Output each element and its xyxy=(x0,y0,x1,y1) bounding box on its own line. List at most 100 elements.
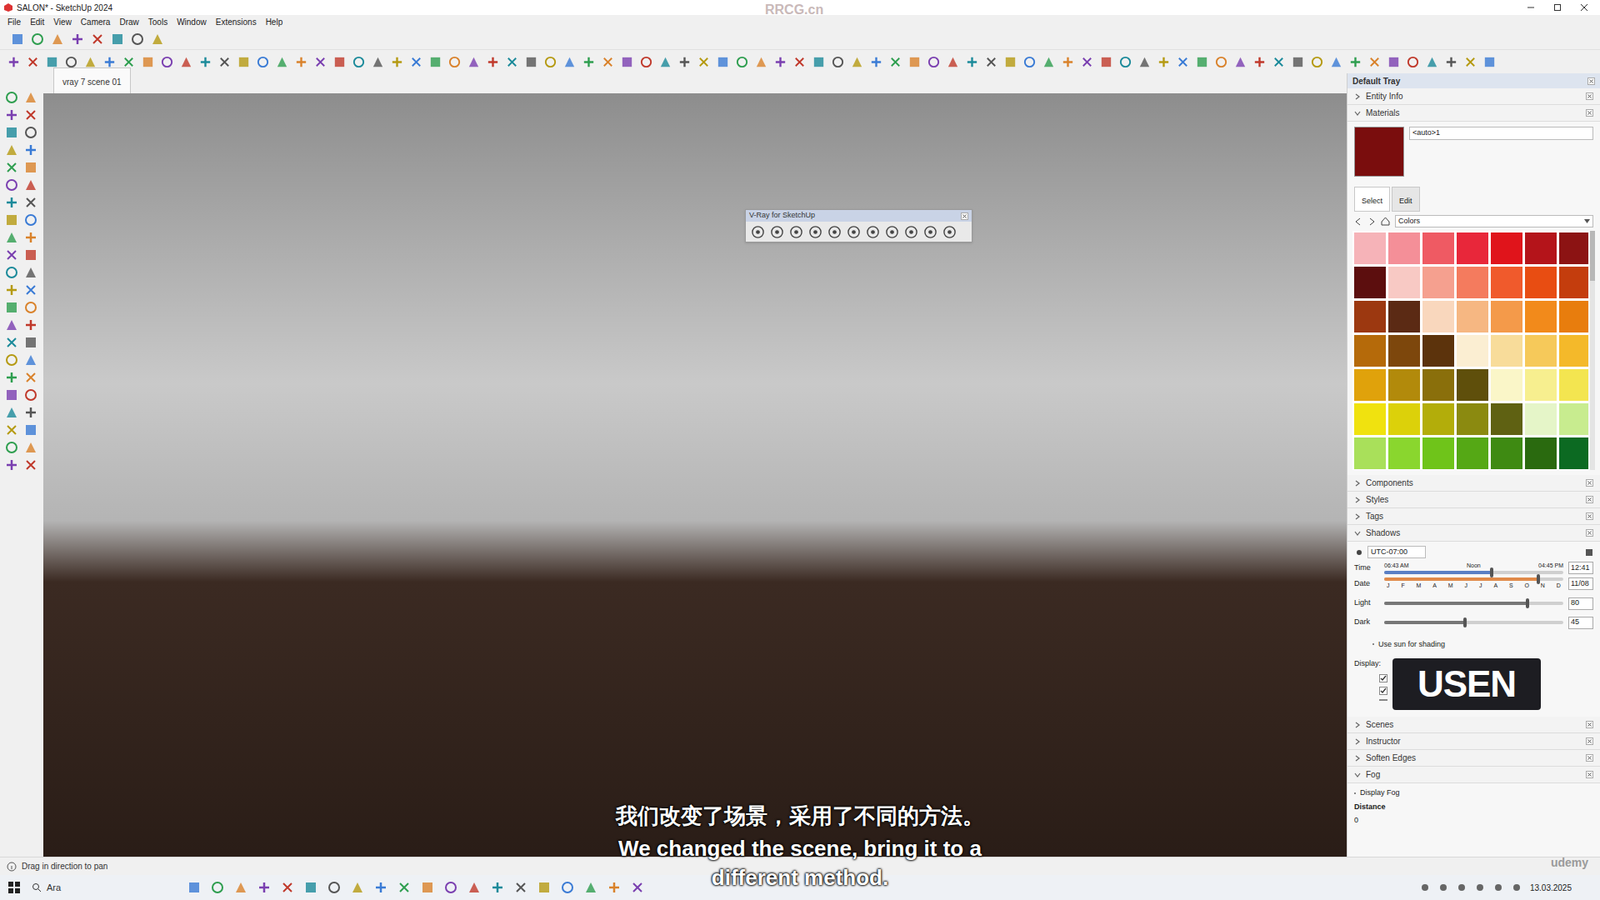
chevron-icon[interactable] xyxy=(1354,771,1361,779)
tool-icon[interactable] xyxy=(4,160,20,175)
tool-icon[interactable] xyxy=(1367,55,1382,70)
tool-icon[interactable] xyxy=(4,317,20,333)
tool-icon[interactable] xyxy=(1233,55,1248,70)
panel-title[interactable]: Styles xyxy=(1365,493,1581,506)
panel-title[interactable]: Tags xyxy=(1365,510,1581,523)
tool-icon[interactable] xyxy=(160,55,175,70)
tool-icon[interactable] xyxy=(696,55,711,70)
tool-icon[interactable] xyxy=(23,405,39,420)
color-swatch[interactable] xyxy=(1490,403,1523,435)
tool-icon[interactable] xyxy=(370,55,385,70)
color-swatch[interactable] xyxy=(1525,437,1557,470)
tray-panel-header[interactable]: Scenes xyxy=(1347,716,1600,734)
slider-handle[interactable] xyxy=(1536,574,1540,585)
color-swatch[interactable] xyxy=(1525,266,1557,299)
tool-icon[interactable] xyxy=(4,405,20,420)
checkbox[interactable] xyxy=(1379,686,1388,695)
color-swatch[interactable] xyxy=(1354,403,1386,435)
tool-icon[interactable] xyxy=(1080,55,1095,70)
viewport[interactable]: V-Ray for SketchUp xyxy=(43,93,1347,857)
color-swatch[interactable] xyxy=(1456,300,1489,333)
tool-icon[interactable] xyxy=(447,55,462,70)
tool-icon[interactable] xyxy=(581,55,596,70)
tool-icon[interactable] xyxy=(4,335,20,350)
tool-icon[interactable] xyxy=(869,55,884,70)
color-swatch[interactable] xyxy=(1456,437,1489,470)
chevron-icon[interactable] xyxy=(1354,93,1361,100)
vray-tool-icon[interactable] xyxy=(885,225,900,240)
tool-icon[interactable] xyxy=(4,142,20,158)
panel-title[interactable]: Materials xyxy=(1365,106,1581,120)
close-icon[interactable] xyxy=(1585,754,1594,762)
tool-icon[interactable] xyxy=(984,55,999,70)
tray-panel-header[interactable]: Materials xyxy=(1347,105,1600,122)
tool-icon[interactable] xyxy=(70,31,85,47)
tool-icon[interactable] xyxy=(45,55,60,70)
color-swatch[interactable] xyxy=(1422,403,1455,435)
color-swatch[interactable] xyxy=(1456,369,1489,401)
tool-icon[interactable] xyxy=(677,55,692,70)
scene-tab-label[interactable]: vray 7 scene 01 xyxy=(62,77,122,87)
tool-icon[interactable] xyxy=(754,55,769,70)
tool-icon[interactable] xyxy=(294,55,309,70)
tool-icon[interactable] xyxy=(4,422,20,438)
tray-icon[interactable] xyxy=(1511,882,1522,893)
color-swatch[interactable] xyxy=(1388,403,1420,435)
value-text[interactable]: 12:41 xyxy=(1570,562,1590,575)
value-field[interactable]: 45 xyxy=(1568,616,1594,630)
slider-track[interactable] xyxy=(1384,601,1564,605)
tool-icon[interactable] xyxy=(1425,55,1440,70)
tool-icon[interactable] xyxy=(1060,55,1075,70)
tool-icon[interactable] xyxy=(965,55,980,70)
tool-icon[interactable] xyxy=(4,440,20,455)
tray-panel-header[interactable]: Fog xyxy=(1347,766,1600,784)
color-swatch[interactable] xyxy=(1354,437,1386,470)
tool-icon[interactable] xyxy=(255,55,270,70)
color-swatch[interactable] xyxy=(1559,403,1589,435)
tool-icon[interactable] xyxy=(1405,55,1420,70)
color-swatch[interactable] xyxy=(1456,232,1489,265)
color-swatch[interactable] xyxy=(1559,266,1589,299)
tool-icon[interactable] xyxy=(6,55,21,70)
tool-icon[interactable] xyxy=(83,55,98,70)
vray-tool-icon[interactable] xyxy=(789,225,804,240)
slider-handle[interactable] xyxy=(1525,598,1530,609)
tool-icon[interactable] xyxy=(23,370,39,385)
vray-tool-icon[interactable] xyxy=(827,225,842,240)
tool-icon[interactable] xyxy=(466,55,481,70)
tool-icon[interactable] xyxy=(23,265,39,280)
close-icon[interactable] xyxy=(1585,92,1594,100)
tray-panel-header[interactable]: Instructor xyxy=(1347,733,1600,750)
color-swatch[interactable] xyxy=(1354,266,1386,299)
menu-item[interactable]: Camera xyxy=(76,15,115,29)
color-swatch[interactable] xyxy=(1490,300,1523,333)
tool-icon[interactable] xyxy=(23,457,39,473)
tool-icon[interactable] xyxy=(23,125,39,140)
tray-icon[interactable] xyxy=(1493,882,1504,893)
tool-icon[interactable] xyxy=(332,55,347,70)
tool-icon[interactable] xyxy=(4,282,20,298)
color-swatch[interactable] xyxy=(1525,403,1557,435)
tool-icon[interactable] xyxy=(50,31,65,47)
material-tab[interactable]: Select xyxy=(1354,186,1390,212)
vray-tool-icon[interactable] xyxy=(750,225,765,240)
tray-panel-header[interactable]: Components xyxy=(1347,475,1600,492)
color-swatch[interactable] xyxy=(1525,335,1557,367)
color-swatch[interactable] xyxy=(1456,403,1489,435)
taskbar-app-icon[interactable] xyxy=(256,880,272,895)
panel-title[interactable]: Shadows xyxy=(1365,526,1581,540)
tool-icon[interactable] xyxy=(1348,55,1363,70)
color-swatch[interactable] xyxy=(1388,232,1420,265)
vray-tool-icon[interactable] xyxy=(846,225,861,240)
close-icon[interactable] xyxy=(1585,720,1594,729)
vray-toolbar[interactable]: V-Ray for SketchUp xyxy=(745,209,973,243)
value-text[interactable]: 45 xyxy=(1570,616,1580,629)
color-swatch[interactable] xyxy=(1422,266,1455,299)
tool-icon[interactable] xyxy=(4,212,20,228)
color-swatch[interactable] xyxy=(1525,232,1557,265)
tool-icon[interactable] xyxy=(23,142,39,158)
color-swatch[interactable] xyxy=(1456,335,1489,367)
color-swatch[interactable] xyxy=(1456,266,1489,299)
tool-icon[interactable] xyxy=(102,55,117,70)
tool-icon[interactable] xyxy=(620,55,635,70)
